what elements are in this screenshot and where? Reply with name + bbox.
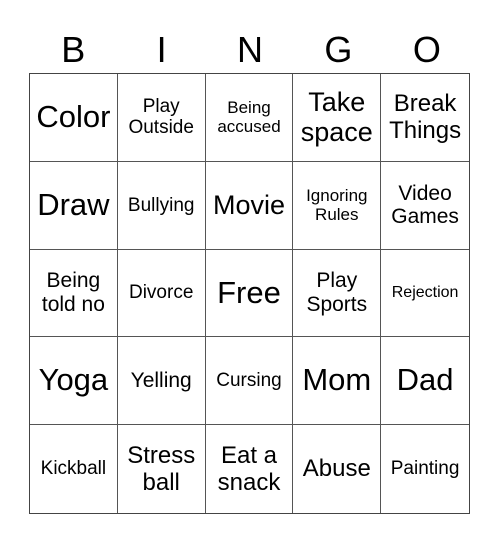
bingo-cell: Color	[30, 74, 118, 162]
bingo-cell-label: Play Outside	[128, 96, 194, 139]
bingo-cell: Play Outside	[117, 74, 206, 162]
bingo-cell: Being accused	[205, 74, 294, 162]
bingo-cell: Painting	[381, 425, 469, 513]
bingo-cell: Kickball	[30, 425, 118, 513]
bingo-card-grid: Color Play Outside Being accused Take space…	[29, 73, 470, 514]
bingo-cell: Play Sports	[293, 249, 382, 338]
bingo-cell: Break Things	[381, 74, 469, 162]
bingo-cell-label: Dad	[396, 362, 454, 398]
bingo-cell: Stress ball	[118, 425, 206, 513]
bingo-header: B I N G O	[29, 28, 471, 72]
bingo-cell-label: Take space	[300, 87, 373, 148]
bingo-cell: Dad	[381, 337, 469, 426]
bingo-cell: Take space	[293, 74, 382, 162]
bingo-cell: Being told no	[30, 249, 118, 338]
bingo-cell-label: Yelling	[130, 369, 192, 393]
bingo-cell-label: Break Things	[389, 89, 462, 145]
bingo-cell-label: Bullying	[127, 194, 195, 216]
bingo-cell-label: Rejection	[391, 284, 459, 302]
bingo-cell-label: Ignoring Rules	[306, 186, 368, 225]
bingo-cell: Divorce	[117, 249, 206, 338]
bingo-cell: Yoga	[30, 337, 118, 426]
bingo-cell: Cursing	[205, 337, 294, 426]
bingo-cell-label: Draw	[37, 186, 110, 222]
bingo-cell: Bullying	[117, 161, 206, 250]
header-letter-i: I	[156, 29, 167, 70]
bingo-cell-label: Yoga	[38, 362, 109, 398]
bingo-cell: Abuse	[293, 425, 382, 513]
bingo-cell-label: Color	[36, 99, 111, 135]
bingo-cell-label: Divorce	[128, 282, 194, 304]
bingo-cell-free: Free	[205, 249, 294, 338]
bingo-cell-label: Video Games	[391, 181, 459, 229]
header-letter-g: G	[324, 29, 353, 70]
bingo-cell-label: Free	[217, 274, 281, 310]
bingo-cell-label: Being told no	[41, 269, 105, 316]
bingo-cell-label: Stress ball	[127, 441, 196, 497]
bingo-cell: Rejection	[381, 250, 469, 338]
header-letter-b: B	[61, 29, 86, 70]
bingo-cell: Eat a snack	[206, 425, 294, 513]
bingo-cell: Video Games	[381, 162, 469, 250]
bingo-cell-label: Mom	[302, 362, 372, 398]
bingo-cell-label: Movie	[212, 190, 285, 221]
bingo-cell: Movie	[205, 161, 294, 250]
bingo-cell-label: Eat a snack	[217, 441, 281, 497]
header-letter-n: N	[237, 29, 264, 70]
bingo-cell-label: Play Sports	[306, 269, 368, 316]
bingo-cell-label: Painting	[390, 458, 460, 480]
bingo-cell: Yelling	[117, 337, 206, 426]
bingo-cell-label: Kickball	[40, 458, 107, 480]
bingo-cell: Draw	[30, 161, 118, 250]
bingo-cell-label: Cursing	[216, 370, 282, 392]
header-letter-o: O	[412, 29, 441, 70]
bingo-cell: Ignoring Rules	[293, 161, 382, 250]
bingo-cell: Mom	[293, 337, 382, 426]
bingo-cell-label: Abuse	[302, 455, 371, 483]
bingo-cell-label: Being accused	[217, 98, 281, 137]
